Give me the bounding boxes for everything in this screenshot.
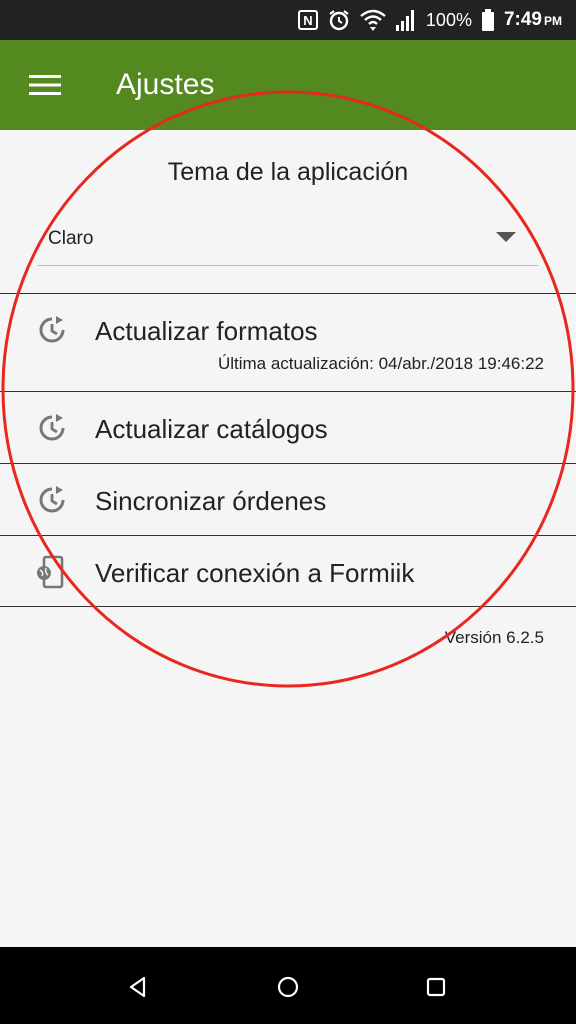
wifi-icon xyxy=(360,9,386,31)
settings-list: Actualizar formatos Última actualización… xyxy=(0,293,576,607)
item-label: Actualizar catálogos xyxy=(95,414,328,444)
last-update-text: Última actualización: 04/abr./2018 19:46… xyxy=(217,354,544,373)
home-icon xyxy=(277,976,299,998)
item-update-formats[interactable]: Actualizar formatos Última actualización… xyxy=(0,293,576,391)
theme-dropdown[interactable]: Claro xyxy=(38,220,538,266)
menu-button[interactable] xyxy=(22,64,68,106)
theme-selected-value: Claro xyxy=(48,228,94,249)
item-label: Sincronizar órdenes xyxy=(95,486,327,516)
theme-title: Tema de la aplicación xyxy=(167,158,409,186)
item-update-catalogs[interactable]: Actualizar catálogos xyxy=(0,391,576,463)
back-icon xyxy=(129,976,146,998)
item-sync-orders[interactable]: Sincronizar órdenes xyxy=(0,463,576,535)
phone-globe-icon xyxy=(37,555,64,589)
app-bar: Ajustes xyxy=(0,40,576,130)
alarm-icon xyxy=(329,10,349,31)
clock: 7:49 PM xyxy=(504,9,562,31)
history-icon xyxy=(39,486,65,513)
dropdown-arrow-icon xyxy=(496,232,516,242)
item-label: Actualizar formatos xyxy=(95,316,318,346)
page-title: Ajustes xyxy=(116,68,215,101)
status-bar: N 100% 7:49 PM xyxy=(0,0,576,40)
history-icon xyxy=(39,316,65,343)
history-icon xyxy=(39,414,65,441)
status-icons: N 100% 7:49 PM xyxy=(297,0,562,40)
back-button[interactable] xyxy=(120,969,156,1005)
recents-button[interactable] xyxy=(418,969,454,1005)
item-label: Verificar conexión a Formiik xyxy=(95,558,415,588)
nfc-icon: N xyxy=(297,10,318,30)
version-text: Versión 6.2.5 xyxy=(444,628,544,647)
item-verify-connection[interactable]: Verificar conexión a Formiik xyxy=(0,535,576,607)
clock-ampm: PM xyxy=(544,14,562,28)
clock-time: 7:49 xyxy=(503,9,542,30)
navigation-bar xyxy=(0,947,576,1024)
recents-icon xyxy=(426,977,446,997)
battery-percent: 100% xyxy=(425,9,472,30)
nfc-letter: N xyxy=(303,12,313,28)
hamburger-icon xyxy=(29,75,61,95)
signal-icon xyxy=(395,10,414,31)
home-button[interactable] xyxy=(270,969,306,1005)
battery-icon xyxy=(481,9,494,31)
